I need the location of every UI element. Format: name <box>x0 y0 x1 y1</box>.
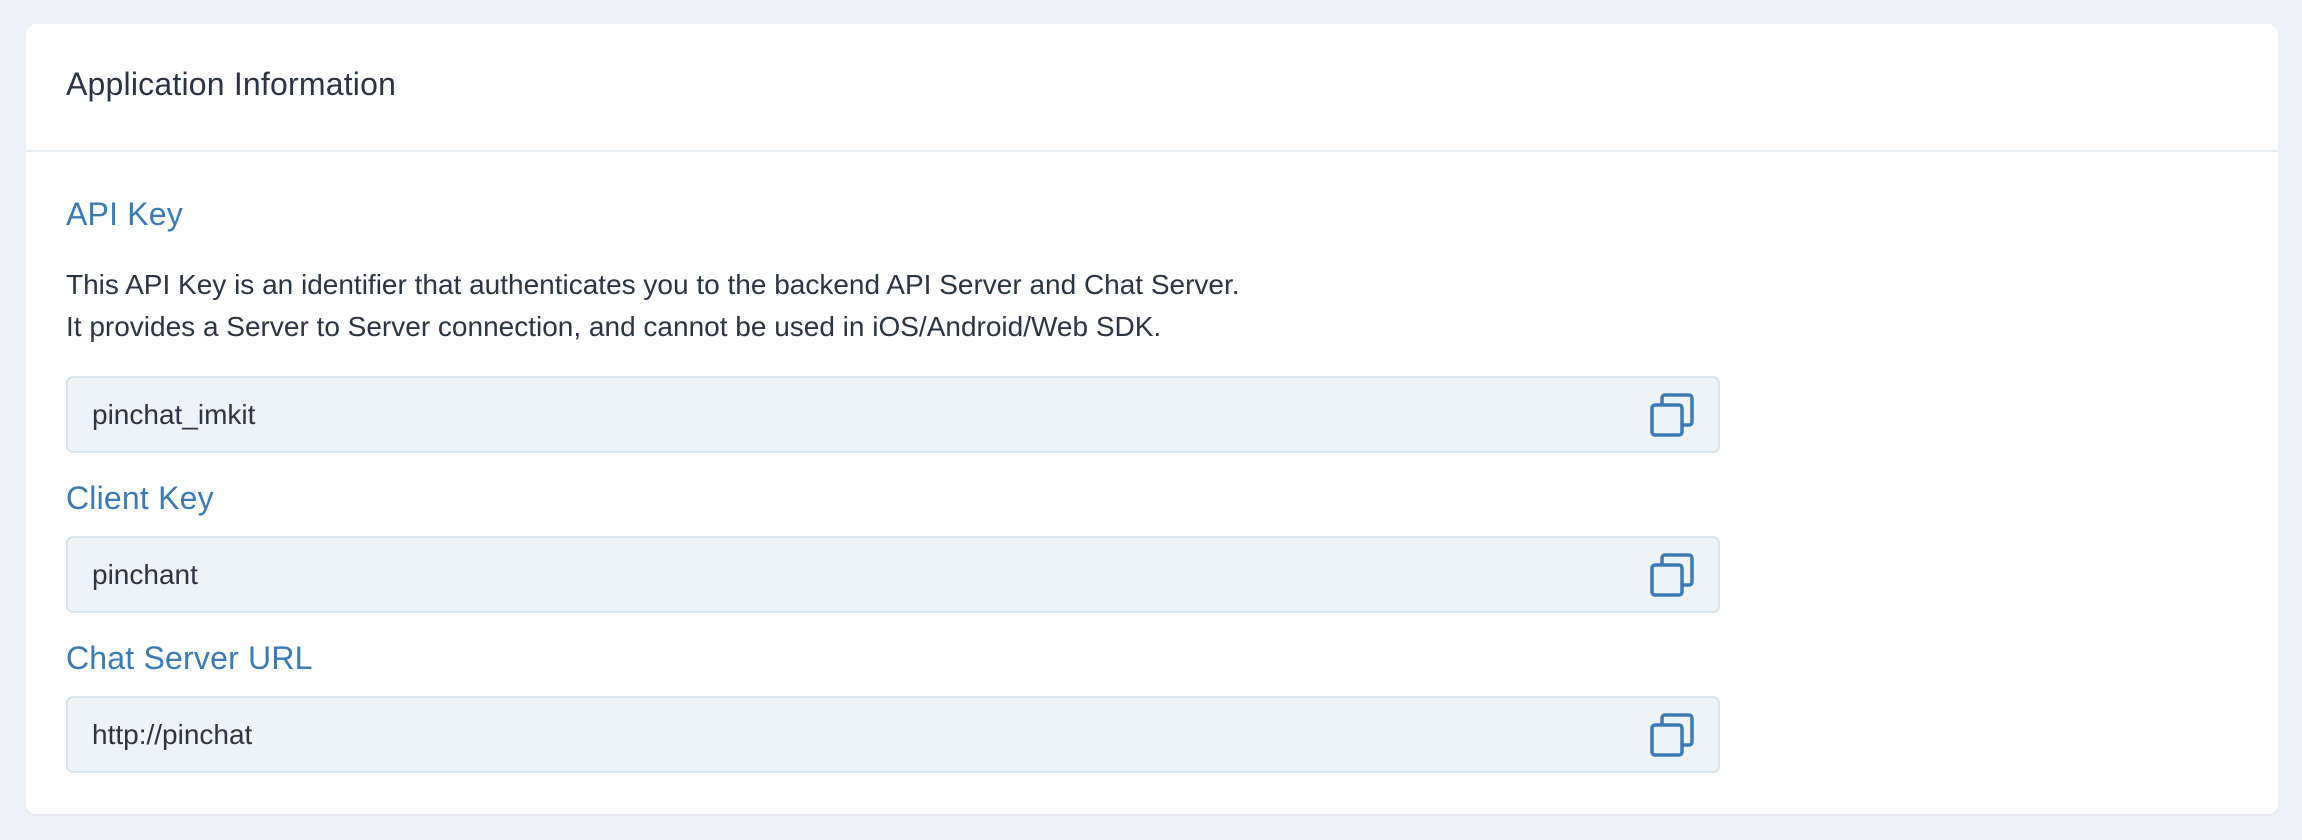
copy-chat-server-url-button[interactable] <box>1648 711 1696 759</box>
client-key-value[interactable]: pinchant <box>92 559 198 591</box>
card-header: Application Information <box>26 24 2278 152</box>
copy-icon <box>1650 552 1694 597</box>
copy-icon <box>1650 392 1694 437</box>
client-key-field[interactable]: pinchant <box>66 536 1720 613</box>
copy-api-key-button[interactable] <box>1648 391 1696 439</box>
api-key-value[interactable]: pinchat_imkit <box>92 399 255 431</box>
api-key-field[interactable]: pinchat_imkit <box>66 376 1720 453</box>
api-key-description-line-1: This API Key is an identifier that authe… <box>66 269 1240 300</box>
card-title: Application Information <box>66 65 397 102</box>
copy-icon <box>1650 712 1694 757</box>
chat-server-url-field[interactable]: http://pinchat <box>66 696 1720 773</box>
api-key-label: API Key <box>66 196 184 232</box>
client-key-label: Client Key <box>66 480 214 516</box>
api-key-description: This API Key is an identifier that authe… <box>66 264 1240 348</box>
copy-client-key-button[interactable] <box>1648 551 1696 599</box>
chat-server-url-value[interactable]: http://pinchat <box>92 719 252 751</box>
chat-server-url-label: Chat Server URL <box>66 640 313 676</box>
application-information-card: Application Information API Key This API… <box>26 24 2278 814</box>
api-key-description-line-2: It provides a Server to Server connectio… <box>66 311 1162 342</box>
